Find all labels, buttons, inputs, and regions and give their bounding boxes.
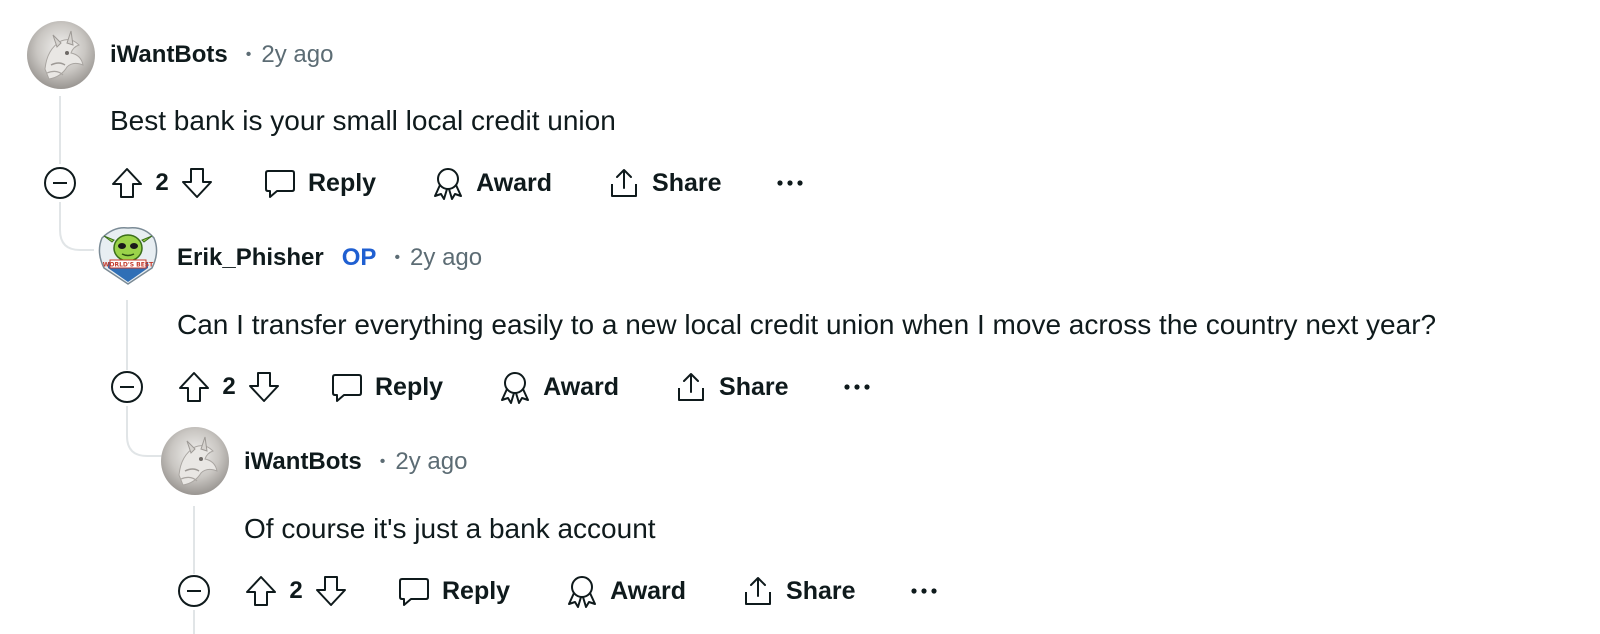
award-label: Award <box>610 576 687 605</box>
reply-button[interactable]: Reply <box>392 570 514 612</box>
downvote-button[interactable] <box>245 368 283 406</box>
award-label: Award <box>543 372 620 401</box>
minus-circle-icon <box>111 371 143 403</box>
meta-separator: • <box>379 453 386 470</box>
author-name[interactable]: Erik_Phisher <box>177 244 324 272</box>
op-badge: OP <box>341 244 377 271</box>
avatar-badge-text: WORLD'S BEST <box>103 262 154 269</box>
comment-body: Can I transfer everything easily to a ne… <box>177 309 1437 340</box>
reply-label: Reply <box>442 576 511 605</box>
share-label: Share <box>786 576 856 605</box>
share-upload-icon <box>740 573 776 609</box>
vote-score: 2 <box>289 577 303 604</box>
vote-group: 2 <box>242 572 350 610</box>
upvote-arrow-icon <box>246 576 276 606</box>
timestamp[interactable]: 2y ago <box>395 448 467 476</box>
downvote-arrow-icon <box>316 576 346 606</box>
vote-group: 2 <box>175 368 283 406</box>
comment-body: Of course it's just a bank account <box>244 513 656 544</box>
award-ribbon-icon <box>564 573 600 609</box>
more-options-button[interactable] <box>906 573 942 609</box>
share-button[interactable]: Share <box>736 570 859 612</box>
comment-actions: 2 Reply Award Share <box>175 364 875 410</box>
ellipsis-icon <box>843 384 870 390</box>
avatar[interactable]: WORLD'S BEST <box>94 222 162 290</box>
comment-actions: 2 Reply Award Share <box>242 568 942 614</box>
speech-bubble-icon <box>329 369 365 405</box>
upvote-arrow-icon <box>179 372 209 402</box>
avatar[interactable] <box>161 427 229 495</box>
reply-button[interactable]: Reply <box>325 366 447 408</box>
share-label: Share <box>719 372 789 401</box>
ellipsis-icon <box>910 588 937 594</box>
share-upload-icon <box>673 369 709 405</box>
minus-circle-icon <box>178 575 210 607</box>
comment-meta: Erik_Phisher OP • 2y ago <box>177 238 482 278</box>
upvote-button[interactable] <box>242 572 280 610</box>
award-ribbon-icon <box>497 369 533 405</box>
downvote-arrow-icon <box>249 372 279 402</box>
vote-score: 2 <box>222 373 236 400</box>
comment-meta: iWantBots • 2y ago <box>244 442 467 482</box>
comment: iWantBots • 2y ago Of course it's just a… <box>0 0 1600 608</box>
upvote-button[interactable] <box>175 368 213 406</box>
timestamp[interactable]: 2y ago <box>410 244 482 272</box>
reply-label: Reply <box>375 372 444 401</box>
collapse-thread-button[interactable] <box>110 370 144 404</box>
collapse-thread-button[interactable] <box>177 574 211 608</box>
award-button[interactable]: Award <box>493 366 623 408</box>
downvote-button[interactable] <box>312 572 350 610</box>
award-button[interactable]: Award <box>560 570 690 612</box>
share-button[interactable]: Share <box>669 366 792 408</box>
speech-bubble-icon <box>396 573 432 609</box>
more-options-button[interactable] <box>839 369 875 405</box>
author-name[interactable]: iWantBots <box>244 448 362 476</box>
meta-separator: • <box>394 249 401 266</box>
